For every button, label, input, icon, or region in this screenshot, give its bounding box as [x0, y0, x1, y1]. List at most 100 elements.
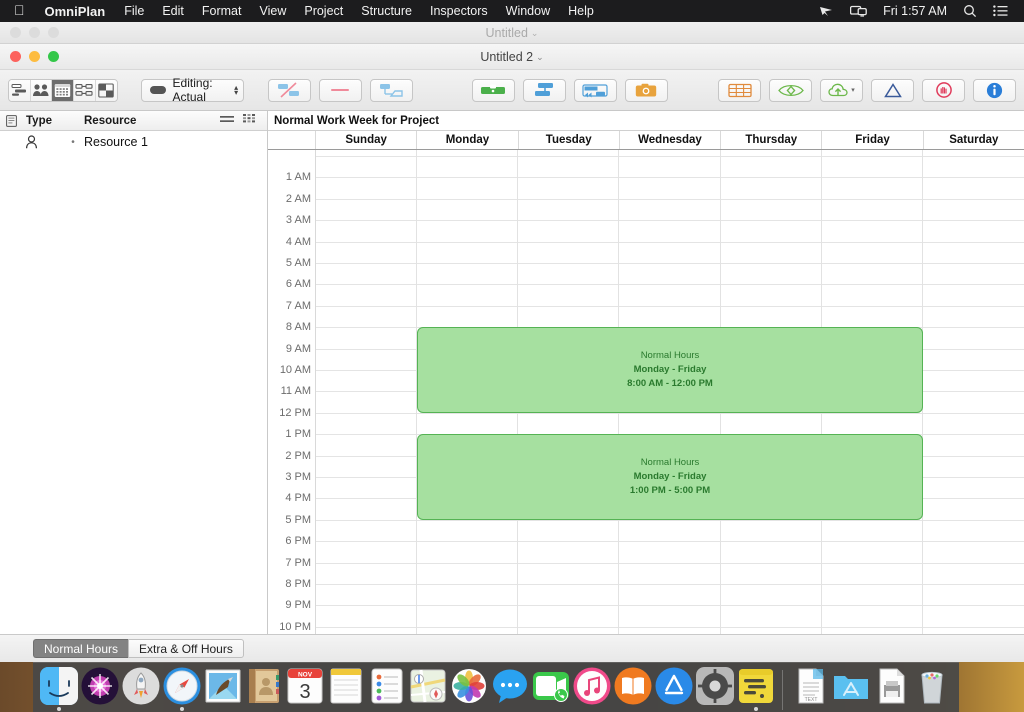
- dock-item-siri[interactable]: [80, 667, 121, 712]
- dock-item-ibooks[interactable]: [612, 667, 653, 712]
- list-view-icon[interactable]: [220, 114, 234, 128]
- violations-button[interactable]: [922, 79, 965, 102]
- ibooks-icon: [614, 667, 652, 705]
- dock-item-app-store[interactable]: [653, 667, 694, 712]
- dock-item-pdf-document[interactable]: [871, 667, 912, 712]
- day-header-thursday[interactable]: Thursday: [721, 131, 822, 149]
- background-window-titlebar[interactable]: Untitled⌄: [0, 22, 1024, 44]
- menu-item-structure[interactable]: Structure: [352, 4, 421, 18]
- chart-icon[interactable]: [243, 114, 257, 128]
- dock-item-notes[interactable]: [326, 667, 367, 712]
- dock-item-trash[interactable]: [912, 667, 953, 712]
- menu-item-inspectors[interactable]: Inspectors: [421, 4, 497, 18]
- menu-item-window[interactable]: Window: [497, 4, 559, 18]
- day-column-sunday[interactable]: [316, 150, 417, 634]
- dock-item-launchpad[interactable]: [121, 667, 162, 712]
- hour-gutter: 1 AM2 AM3 AM4 AM5 AM6 AM7 AM8 AM9 AM10 A…: [268, 150, 316, 634]
- dock-item-safari[interactable]: [162, 667, 203, 712]
- dock-item-facetime[interactable]: [530, 667, 571, 712]
- control-center-list-icon[interactable]: [985, 0, 1016, 22]
- view-mode-segmented-control: [8, 79, 118, 102]
- catch-up-button[interactable]: [523, 79, 566, 102]
- dock-item-itunes[interactable]: [571, 667, 612, 712]
- dock-item-finder[interactable]: [39, 667, 80, 712]
- editing-mode-popup[interactable]: Editing: Actual ▴ ▾: [141, 79, 244, 102]
- chevron-down-icon[interactable]: ⌄: [531, 28, 539, 38]
- screen-mirroring-icon[interactable]: [842, 0, 875, 22]
- calendar-view-button[interactable]: [52, 80, 74, 101]
- dock-item-calendar[interactable]: NOV3: [285, 667, 326, 712]
- network-view-button[interactable]: [74, 80, 96, 101]
- close-button[interactable]: [10, 51, 21, 62]
- stepper-down-icon[interactable]: ▾: [234, 90, 238, 95]
- finder-icon: [40, 667, 78, 705]
- dock-item-photos[interactable]: [449, 667, 490, 712]
- day-header-friday[interactable]: Friday: [822, 131, 923, 149]
- calendar-event[interactable]: Normal HoursMonday - Friday8:00 AM - 12:…: [417, 327, 923, 413]
- publish-button[interactable]: ▾: [820, 79, 863, 102]
- menu-item-file[interactable]: File: [115, 4, 153, 18]
- dock-item-system-preferences[interactable]: [694, 667, 735, 712]
- tab-normal-hours[interactable]: Normal Hours: [33, 639, 128, 658]
- snapshot-button[interactable]: [625, 79, 668, 102]
- event-days: Monday - Friday: [634, 470, 707, 484]
- dock-item-omniplan[interactable]: [735, 667, 776, 712]
- tab-extra-off-hours[interactable]: Extra & Off Hours: [128, 639, 244, 658]
- level-resources-button[interactable]: [472, 79, 515, 102]
- day-header-wednesday[interactable]: Wednesday: [620, 131, 721, 149]
- event-time: 8:00 AM - 12:00 PM: [627, 377, 713, 391]
- day-header-saturday[interactable]: Saturday: [924, 131, 1024, 149]
- table-row[interactable]: • Resource 1: [0, 131, 267, 153]
- dock-item-mail[interactable]: [203, 667, 244, 712]
- dashboard-view-button[interactable]: [96, 80, 117, 101]
- changes-button[interactable]: [871, 79, 914, 102]
- menu-item-project[interactable]: Project: [295, 4, 352, 18]
- minimize-button[interactable]: [29, 51, 40, 62]
- photos-icon: [450, 667, 488, 705]
- day-header-sunday[interactable]: Sunday: [316, 131, 417, 149]
- dock-item-reminders[interactable]: [367, 667, 408, 712]
- stepper-icon[interactable]: ▴ ▾: [232, 85, 238, 95]
- day-header-monday[interactable]: Monday: [417, 131, 518, 149]
- note-column-icon[interactable]: [0, 115, 22, 127]
- search-icon[interactable]: [955, 0, 985, 22]
- dock-item-maps[interactable]: [408, 667, 449, 712]
- dock-item-text-document[interactable]: TEXT: [789, 667, 830, 712]
- day-grid[interactable]: Normal HoursMonday - Friday8:00 AM - 12:…: [316, 150, 1024, 634]
- dock-item-messages[interactable]: [489, 667, 530, 712]
- menu-item-help[interactable]: Help: [559, 4, 603, 18]
- publish-chevron-down-icon[interactable]: ▾: [851, 86, 855, 94]
- menu-app-name[interactable]: OmniPlan: [35, 4, 116, 19]
- dock-item-applications-folder[interactable]: [830, 667, 871, 712]
- group-button[interactable]: [370, 79, 413, 102]
- main-content: Type Resource: [0, 111, 1024, 634]
- calendar-body[interactable]: 1 AM2 AM3 AM4 AM5 AM6 AM7 AM8 AM9 AM10 A…: [268, 150, 1024, 634]
- menu-bar-clock[interactable]: Fri 1:57 AM: [875, 4, 955, 18]
- reschedule-button[interactable]: [574, 79, 617, 102]
- hour-label: 12 PM: [279, 407, 311, 419]
- inspector-button[interactable]: [973, 79, 1016, 102]
- siri-icon[interactable]: [811, 0, 842, 22]
- menu-item-view[interactable]: View: [250, 4, 295, 18]
- title-chevron-down-icon[interactable]: ⌄: [536, 52, 544, 62]
- maps-icon: [409, 667, 447, 705]
- outline-button[interactable]: [718, 79, 761, 102]
- day-header-tuesday[interactable]: Tuesday: [519, 131, 620, 149]
- resource-view-button[interactable]: [31, 80, 53, 101]
- filter-button[interactable]: [769, 79, 812, 102]
- window-titlebar[interactable]: Untitled 2⌄: [0, 44, 1024, 70]
- resource-name[interactable]: Resource 1: [84, 135, 267, 149]
- menu-item-format[interactable]: Format: [193, 4, 251, 18]
- split-task-button[interactable]: [268, 79, 311, 102]
- calendar-event[interactable]: Normal HoursMonday - Friday1:00 PM - 5:0…: [417, 434, 923, 520]
- column-header-resource[interactable]: Resource: [84, 115, 220, 127]
- menu-item-edit[interactable]: Edit: [153, 4, 193, 18]
- column-header-type[interactable]: Type: [22, 115, 84, 127]
- zoom-button[interactable]: [48, 51, 59, 62]
- unlink-button[interactable]: [319, 79, 362, 102]
- person-icon: [0, 135, 62, 149]
- day-column-saturday[interactable]: [923, 150, 1024, 634]
- apple-logo-icon[interactable]: : [8, 3, 35, 17]
- task-list-view-button[interactable]: [9, 80, 31, 101]
- dock-item-contacts[interactable]: [244, 667, 285, 712]
